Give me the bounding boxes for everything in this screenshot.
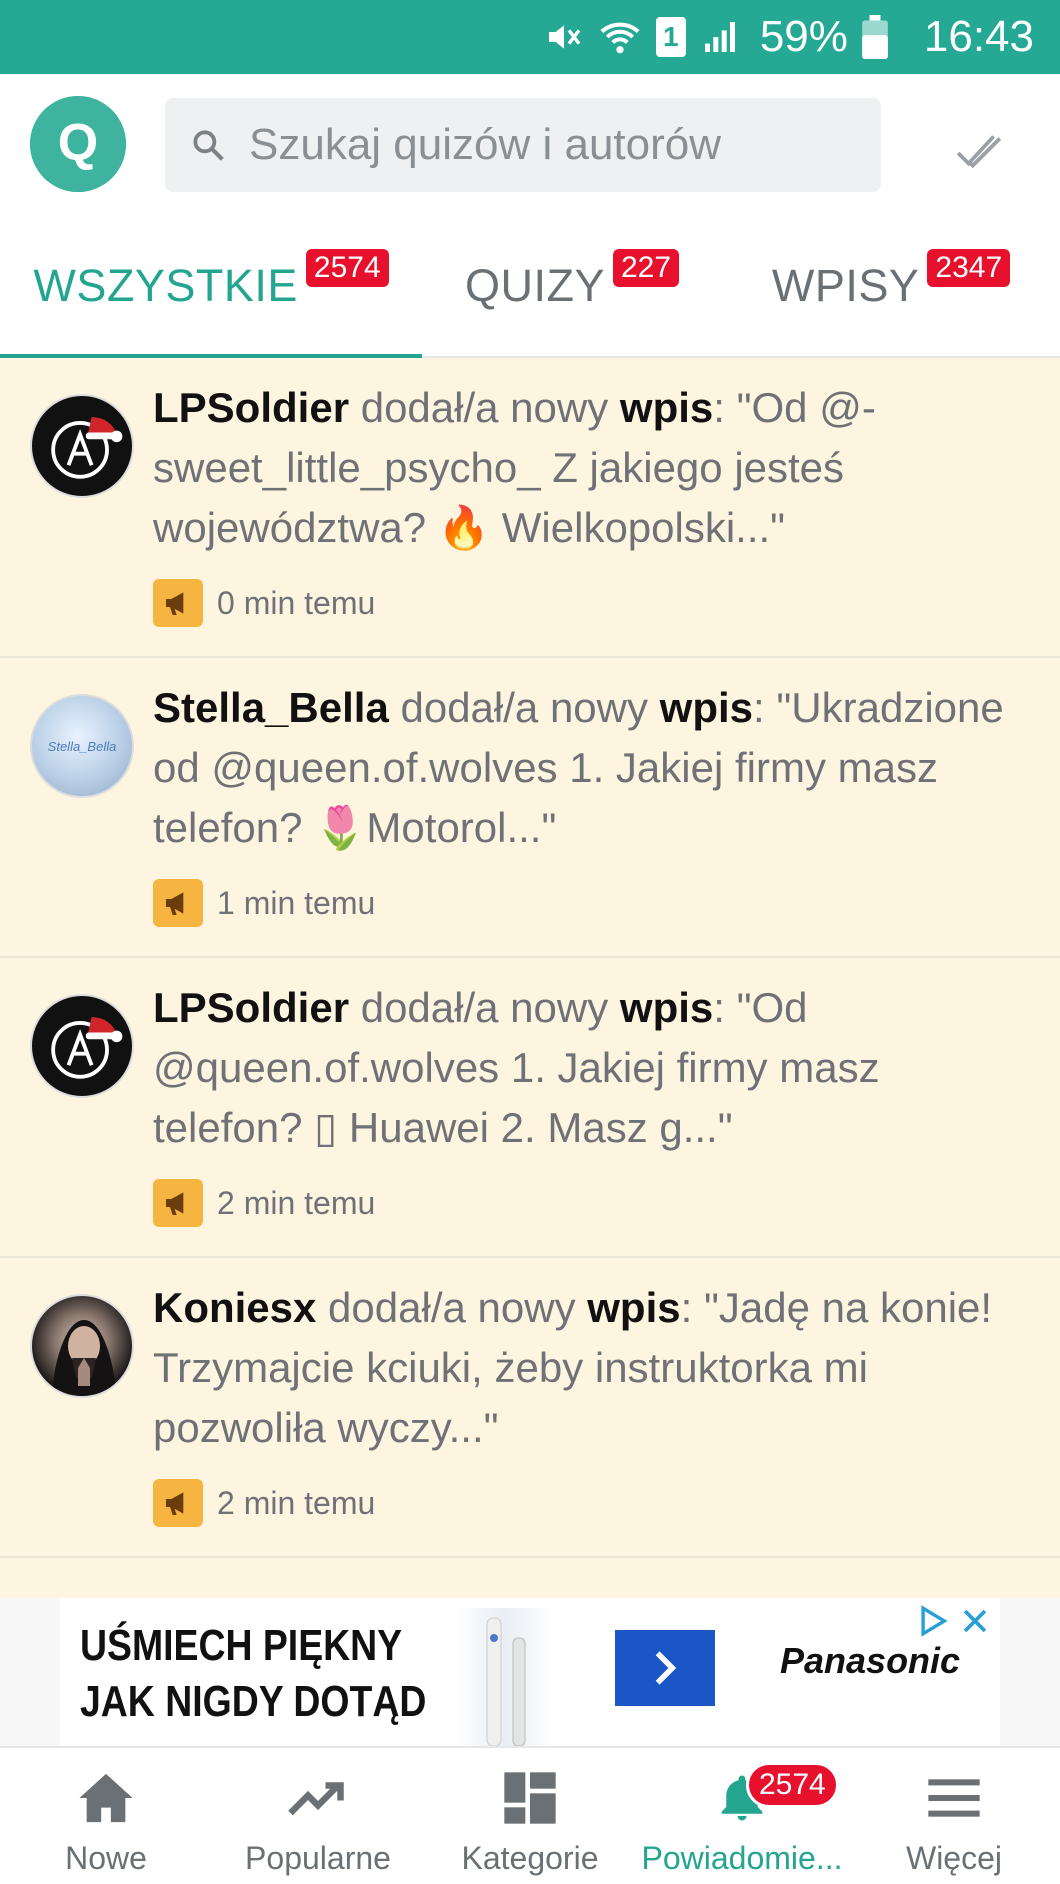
- timestamp: 2 min temu: [217, 1484, 376, 1521]
- wifi-icon: [598, 17, 642, 57]
- notification-item-partial[interactable]: [0, 1558, 1060, 1598]
- sim-icon: 1: [655, 17, 686, 57]
- mute-icon: [544, 17, 584, 57]
- person-photo-icon: [52, 1320, 116, 1396]
- tab-posts-label: WPISY: [771, 260, 920, 311]
- notification-text: LPSoldier dodał/a nowy wpis: "Od @-sweet…: [153, 378, 1033, 558]
- mark-all-read-button[interactable]: [952, 124, 1006, 178]
- status-bar: 1 59% 16:43: [0, 0, 1060, 74]
- mark-all-read-icon: [956, 135, 1002, 169]
- categories-icon: [502, 1770, 558, 1826]
- megaphone-icon: [153, 1179, 203, 1227]
- ad-cta-button[interactable]: [615, 1630, 715, 1706]
- tab-posts-badge: 2347: [927, 249, 1011, 287]
- notification-item[interactable]: Koniesx dodał/a nowy wpis: "Jadę na koni…: [0, 1258, 1060, 1558]
- avatar-caption: Stella_Bella: [47, 738, 117, 754]
- search-placeholder: Szukaj quizów i autorów: [249, 120, 722, 169]
- menu-icon: [926, 1770, 982, 1826]
- logo-q-icon: Q: [30, 96, 126, 192]
- notification-meta: 2 min temu: [153, 1178, 375, 1228]
- bottom-navigation: Nowe Popularne Kategorie 2574 Powiadomie…: [0, 1746, 1060, 1884]
- battery-percent: 59%: [759, 12, 848, 61]
- post-type: wpis: [659, 684, 754, 731]
- nav-popular-label: Popularne: [245, 1840, 391, 1876]
- post-type: wpis: [587, 1284, 681, 1331]
- app-root: 1 59% 16:43 Q Szukaj quizów i autorów WS…: [0, 0, 1060, 1884]
- megaphone-icon: [153, 879, 203, 927]
- notification-item[interactable]: Stella_Bella Stella_Bella dodał/a nowy w…: [0, 658, 1060, 958]
- arrow-right-icon: [655, 1651, 677, 1685]
- nav-new-label: Nowe: [65, 1840, 147, 1876]
- action-text: dodał/a nowy: [349, 984, 620, 1031]
- notification-text: Koniesx dodał/a nowy wpis: "Jadę na koni…: [153, 1278, 1033, 1458]
- tab-all-badge: 2574: [305, 249, 389, 287]
- clock: 16:43: [923, 12, 1034, 61]
- trending-icon: [288, 1770, 348, 1826]
- avatar[interactable]: Stella_Bella: [30, 694, 134, 798]
- search-icon: [193, 130, 224, 161]
- notification-item[interactable]: LPSoldier dodał/a nowy wpis: "Od @queen.…: [0, 958, 1060, 1258]
- adchoices-icon[interactable]: [916, 1604, 950, 1638]
- author-name[interactable]: LPSoldier: [153, 984, 349, 1031]
- battery-icon: [862, 15, 888, 59]
- app-bar: Q Szukaj quizów i autorów: [0, 74, 1060, 214]
- action-text: dodał/a nowy: [349, 384, 620, 431]
- avatar[interactable]: [30, 1294, 134, 1398]
- close-icon[interactable]: [958, 1604, 992, 1638]
- avatar[interactable]: [30, 994, 134, 1098]
- nav-notifications-label: Powiadomie...: [641, 1840, 843, 1876]
- toothbrush-image: [455, 1608, 555, 1746]
- notification-tabs: WSZYSTKIE 2574 QUIZY 227 WPISY 2347: [0, 214, 1060, 360]
- action-text: dodał/a nowy: [388, 684, 660, 731]
- author-name[interactable]: Koniesx: [153, 1284, 316, 1331]
- tab-all[interactable]: WSZYSTKIE 2574: [0, 214, 422, 360]
- tab-quizzes[interactable]: QUIZY 227: [422, 214, 722, 358]
- notification-item[interactable]: LPSoldier dodał/a nowy wpis: "Od @-sweet…: [0, 358, 1060, 658]
- notifications-badge: 2574: [746, 1762, 839, 1808]
- ad-headline-line1: UŚMIECH PIĘKNY: [80, 1621, 403, 1670]
- tab-all-label: WSZYSTKIE: [33, 260, 298, 311]
- timestamp: 2 min temu: [217, 1184, 376, 1221]
- signal-icon: [700, 17, 740, 57]
- notification-text: LPSoldier dodał/a nowy wpis: "Od @queen.…: [153, 978, 1033, 1158]
- timestamp: 0 min temu: [217, 584, 376, 621]
- post-type: wpis: [619, 384, 714, 431]
- notification-text: Stella_Bella dodał/a nowy wpis: "Ukradzi…: [153, 678, 1033, 858]
- linkin-park-logo-icon: [51, 1017, 123, 1079]
- nav-notifications[interactable]: 2574 Powiadomie...: [636, 1748, 848, 1884]
- post-type: wpis: [619, 984, 714, 1031]
- ad-headline: UŚMIECH PIĘKNY JAK NIGDY DOTĄD: [80, 1618, 426, 1730]
- nav-categories[interactable]: Kategorie: [424, 1748, 636, 1884]
- search-input[interactable]: Szukaj quizów i autorów: [165, 98, 881, 192]
- ad-creative[interactable]: UŚMIECH PIĘKNY JAK NIGDY DOTĄD Panasonic: [60, 1598, 1000, 1746]
- author-name[interactable]: Stella_Bella: [153, 684, 389, 731]
- tab-posts[interactable]: WPISY 2347: [722, 214, 1060, 358]
- nav-categories-label: Kategorie: [461, 1840, 599, 1876]
- ad-headline-line2: JAK NIGDY DOTĄD: [80, 1677, 427, 1726]
- author-name[interactable]: LPSoldier: [153, 384, 349, 431]
- ad-choices[interactable]: [916, 1604, 992, 1638]
- app-logo[interactable]: Q: [30, 96, 126, 192]
- notification-meta: 2 min temu: [153, 1478, 375, 1528]
- ad-banner[interactable]: UŚMIECH PIĘKNY JAK NIGDY DOTĄD Panasonic: [0, 1598, 1060, 1746]
- timestamp: 1 min temu: [217, 884, 376, 921]
- nav-more-label: Więcej: [905, 1840, 1002, 1876]
- home-icon: [77, 1770, 135, 1826]
- nav-more[interactable]: Więcej: [848, 1748, 1060, 1884]
- tab-quizzes-badge: 227: [612, 249, 680, 287]
- notification-meta: 0 min temu: [153, 578, 375, 628]
- notification-feed: LPSoldier dodał/a nowy wpis: "Od @-sweet…: [0, 358, 1060, 1598]
- action-text: dodał/a nowy: [316, 1284, 588, 1331]
- avatar[interactable]: [30, 394, 134, 498]
- ad-brand: Panasonic: [780, 1640, 961, 1681]
- megaphone-icon: [153, 579, 203, 627]
- logo-letter: Q: [58, 114, 98, 172]
- nav-popular[interactable]: Popularne: [212, 1748, 424, 1884]
- tab-quizzes-label: QUIZY: [464, 260, 605, 311]
- megaphone-icon: [153, 1479, 203, 1527]
- nav-new[interactable]: Nowe: [0, 1748, 212, 1884]
- notification-meta: 1 min temu: [153, 878, 375, 928]
- linkin-park-logo-icon: [51, 417, 123, 479]
